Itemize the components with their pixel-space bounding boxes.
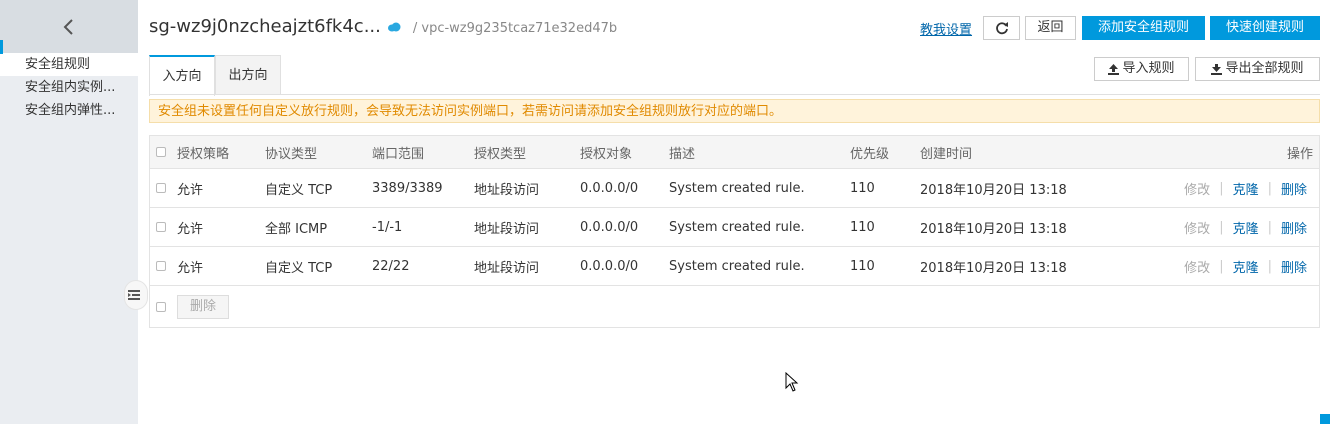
col-auth-object: 授权对象 xyxy=(580,146,633,162)
col-actions: 操作 xyxy=(1286,146,1313,162)
cell-priority: 110 xyxy=(850,219,875,235)
cell-protocol: 全部 ICMP xyxy=(265,221,328,237)
cell-protocol: 自定义 TCP xyxy=(265,260,333,276)
cell-auth-type: 地址段访问 xyxy=(474,221,540,237)
row-actions: 修改 | 克隆 | 删除 xyxy=(1184,257,1307,276)
cell-description: System created rule. xyxy=(669,219,805,235)
cell-port: 3389/3389 xyxy=(372,180,443,196)
cell-auth-type: 地址段访问 xyxy=(474,260,540,276)
download-icon xyxy=(1211,63,1223,75)
col-protocol: 协议类型 xyxy=(265,146,318,162)
breadcrumb: / vpc-wz9g235tcaz71e32ed47b xyxy=(412,21,618,36)
cell-protocol: 自定义 TCP xyxy=(265,182,333,198)
table-header: 授权策略 协议类型 端口范围 授权类型 授权对象 描述 优先级 创建时间 操作 xyxy=(150,136,1319,169)
cell-policy: 允许 xyxy=(177,182,204,198)
cell-priority: 110 xyxy=(850,258,875,274)
direction-tabs: 入方向 出方向 xyxy=(149,55,281,96)
chevron-left-icon xyxy=(63,18,73,35)
back-button[interactable]: 返回 xyxy=(1025,16,1076,40)
clone-link[interactable]: 克隆 xyxy=(1233,257,1259,276)
export-rules-button[interactable]: 导出全部规则 xyxy=(1195,57,1320,81)
delete-link[interactable]: 删除 xyxy=(1281,218,1307,237)
cell-description: System created rule. xyxy=(669,180,805,196)
bulk-delete-button[interactable]: 删除 xyxy=(177,294,230,319)
cell-policy: 允许 xyxy=(177,221,204,237)
back-nav-button[interactable] xyxy=(0,0,138,53)
cell-auth-object: 0.0.0.0/0 xyxy=(580,219,639,235)
row-checkbox[interactable] xyxy=(156,183,166,193)
cell-auth-object: 0.0.0.0/0 xyxy=(580,258,639,274)
row-checkbox[interactable] xyxy=(156,261,166,271)
edit-link[interactable]: 修改 xyxy=(1184,218,1210,237)
select-all-checkbox[interactable] xyxy=(156,147,166,157)
page-title: sg-wz9j0nzcheajzt6fk4c... xyxy=(149,16,381,37)
edit-link[interactable]: 修改 xyxy=(1184,179,1210,198)
sidebar-item-instances[interactable]: 安全组内实例... xyxy=(0,76,138,99)
cell-created: 2018年10月20日 13:18 xyxy=(920,182,1067,198)
quick-create-button[interactable]: 快速创建规则 xyxy=(1210,16,1320,40)
clone-link[interactable]: 克隆 xyxy=(1233,179,1259,198)
cell-auth-object: 0.0.0.0/0 xyxy=(580,180,639,196)
delete-link[interactable]: 删除 xyxy=(1281,179,1307,198)
tab-inbound[interactable]: 入方向 xyxy=(149,55,215,96)
col-description: 描述 xyxy=(669,146,696,162)
rules-table: 授权策略 协议类型 端口范围 授权类型 授权对象 描述 优先级 创建时间 操作 … xyxy=(149,135,1320,328)
col-port: 端口范围 xyxy=(372,146,425,162)
sidebar-item-eni[interactable]: 安全组内弹性... xyxy=(0,99,138,122)
cell-created: 2018年10月20日 13:18 xyxy=(920,260,1067,276)
cell-port: 22/22 xyxy=(372,258,410,274)
tab-outbound[interactable]: 出方向 xyxy=(215,55,281,95)
table-footer: 删除 xyxy=(150,286,1319,327)
main-content: sg-wz9j0nzcheajzt6fk4c... / vpc-wz9g235t… xyxy=(138,0,1330,424)
row-actions: 修改 | 克隆 | 删除 xyxy=(1184,179,1307,198)
cell-policy: 允许 xyxy=(177,260,204,276)
table-row: 允许 全部 ICMP -1/-1 地址段访问 0.0.0.0/0 System … xyxy=(150,208,1319,247)
sidebar: 安全组规则 安全组内实例... 安全组内弹性... xyxy=(0,0,138,424)
footer-select-all-checkbox[interactable] xyxy=(156,301,166,312)
cell-port: -1/-1 xyxy=(372,219,403,235)
warning-notice: 安全组未设置任何自定义放行规则，会导致无法访问实例端口，若需访问请添加安全组规则… xyxy=(149,99,1320,123)
cell-description: System created rule. xyxy=(669,258,805,274)
col-policy: 授权策略 xyxy=(177,146,230,162)
col-created: 创建时间 xyxy=(920,146,973,162)
edit-link[interactable]: 修改 xyxy=(1184,257,1210,276)
corner-accent xyxy=(1320,414,1330,424)
row-actions: 修改 | 克隆 | 删除 xyxy=(1184,218,1307,237)
table-row: 允许 自定义 TCP 22/22 地址段访问 0.0.0.0/0 System … xyxy=(150,247,1319,286)
tabs-divider xyxy=(149,94,1320,95)
cell-created: 2018年10月20日 13:18 xyxy=(920,221,1067,237)
import-rules-label: 导入规则 xyxy=(1122,61,1175,76)
col-priority: 优先级 xyxy=(850,146,890,162)
mouse-cursor-icon xyxy=(785,371,799,396)
cell-priority: 110 xyxy=(850,180,875,196)
col-auth-type: 授权类型 xyxy=(474,146,527,162)
help-link[interactable]: 教我设置 xyxy=(920,19,972,38)
clone-link[interactable]: 克隆 xyxy=(1233,218,1259,237)
import-rules-button[interactable]: 导入规则 xyxy=(1094,57,1189,81)
export-rules-label: 导出全部规则 xyxy=(1225,61,1304,76)
row-checkbox[interactable] xyxy=(156,222,166,232)
sidebar-item-rules[interactable]: 安全组规则 xyxy=(0,53,138,76)
sidebar-edge-accent xyxy=(0,40,3,54)
delete-link[interactable]: 删除 xyxy=(1281,257,1307,276)
refresh-button[interactable] xyxy=(983,16,1020,40)
refresh-icon xyxy=(995,22,1008,35)
cloud-icon xyxy=(387,22,401,32)
table-row: 允许 自定义 TCP 3389/3389 地址段访问 0.0.0.0/0 Sys… xyxy=(150,169,1319,208)
cell-auth-type: 地址段访问 xyxy=(474,182,540,198)
add-rule-button[interactable]: 添加安全组规则 xyxy=(1082,16,1205,40)
page-header: sg-wz9j0nzcheajzt6fk4c... / vpc-wz9g235t… xyxy=(149,16,617,37)
upload-icon xyxy=(1108,63,1120,75)
